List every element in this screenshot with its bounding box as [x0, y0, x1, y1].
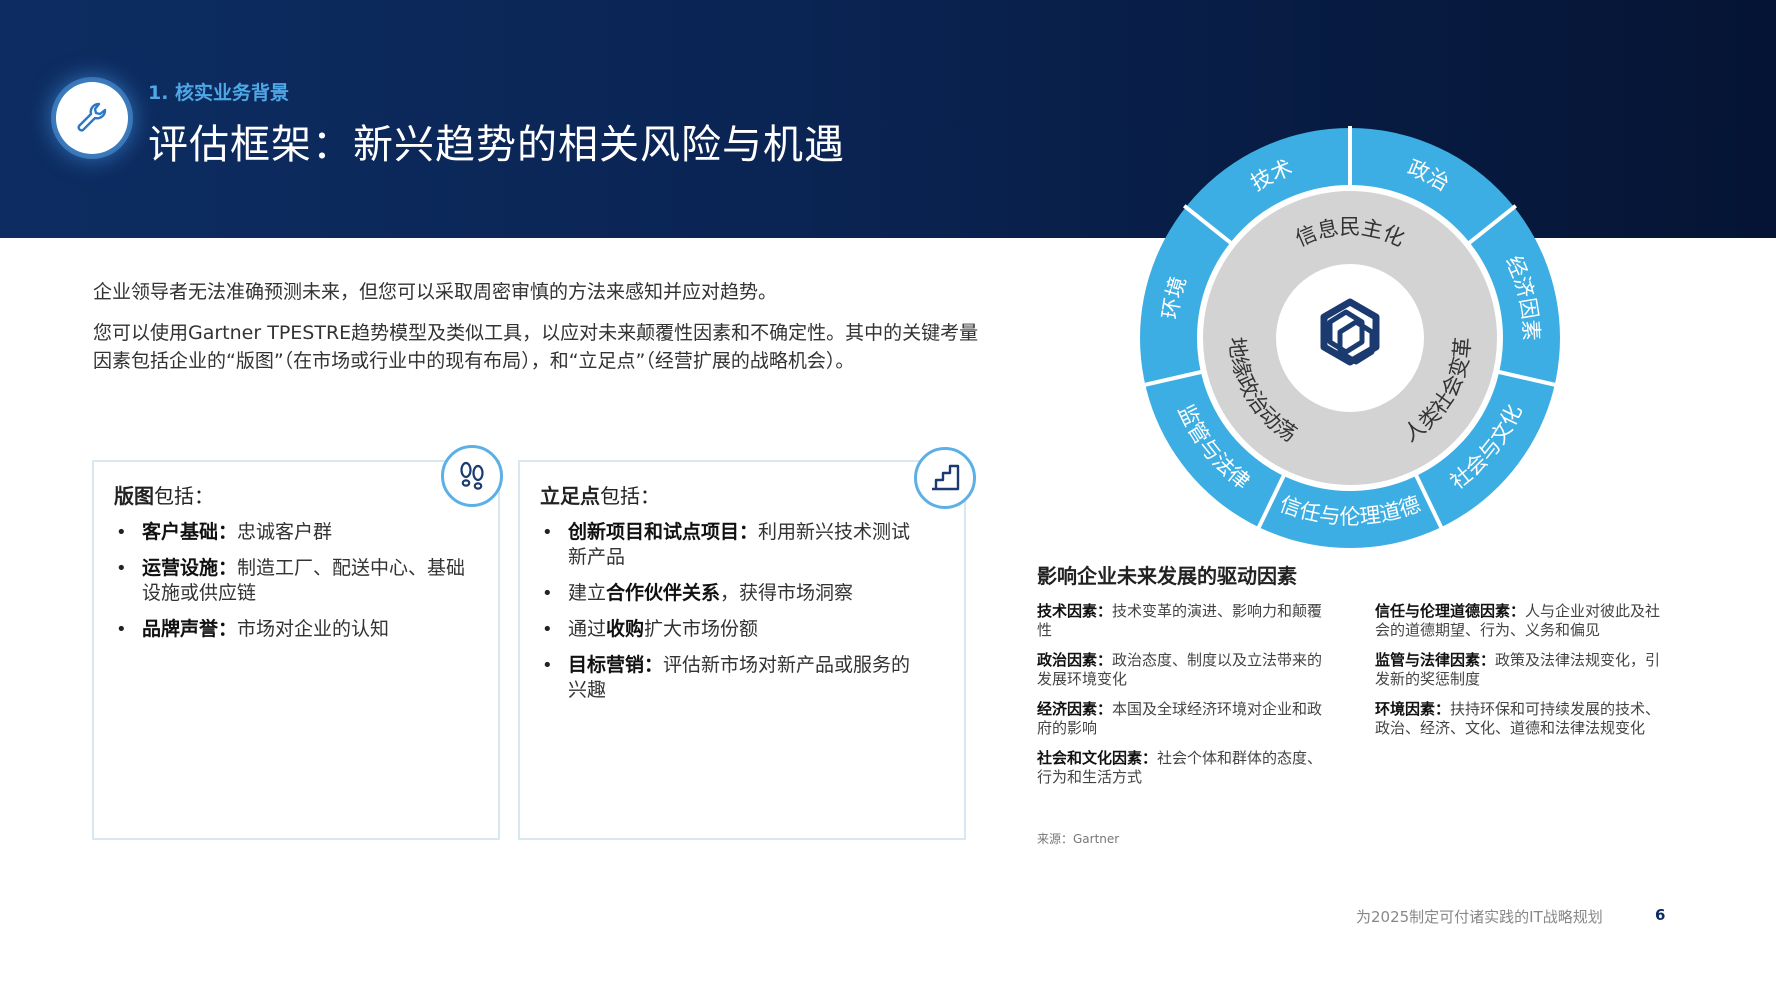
- driver-item: 监管与法律因素：政策及法律法规变化，引发新的奖惩制度: [1375, 651, 1661, 688]
- center-disc: [1276, 264, 1424, 412]
- footprints-icon: [441, 445, 503, 507]
- page-title: 评估框架：新兴趋势的相关风险与机遇: [148, 122, 845, 168]
- intro-paragraph-2: 您可以使用Gartner TPESTRE趋势模型及类似工具，以应对未来颠覆性因素…: [93, 322, 979, 372]
- tpestre-wheel: 技术 政治 经济因素 社会与文化 信任与伦理道德 监管与法律 环境 信息民主化 …: [1140, 126, 1560, 548]
- list-item: 创新项目和试点项目：利用新兴技术测试新产品: [542, 520, 912, 570]
- driver-item: 政治因素：政治态度、制度以及立法带来的发展环境变化: [1037, 651, 1323, 688]
- footer-title: 为2025制定可付诸实践的IT战略规划: [1356, 908, 1603, 926]
- page-number: 6: [1655, 906, 1666, 924]
- driver-item: 社会和文化因素：社会个体和群体的态度、行为和生活方式: [1037, 749, 1323, 786]
- foothold-card-title: 立足点包括：: [540, 484, 660, 508]
- driver-item: 技术因素：技术变革的演进、影响力和颠覆性: [1037, 602, 1323, 639]
- list-item: 建立合作伙伴关系，获得市场洞察: [542, 581, 912, 606]
- wrench-icon: [56, 82, 128, 154]
- territory-card: 版图包括： 客户基础：忠诚客户群 运营设施：制造工厂、配送中心、基础设施或供应链…: [92, 460, 500, 840]
- foothold-card: 立足点包括： 创新项目和试点项目：利用新兴技术测试新产品 建立合作伙伴关系，获得…: [518, 460, 966, 840]
- foothold-list: 创新项目和试点项目：利用新兴技术测试新产品 建立合作伙伴关系，获得市场洞察 通过…: [542, 520, 912, 714]
- drivers-title: 影响企业未来发展的驱动因素: [1037, 564, 1297, 588]
- territory-card-title: 版图包括：: [114, 484, 214, 508]
- section-label: 1. 核实业务背景: [148, 82, 290, 104]
- source-note: 来源：Gartner: [1037, 832, 1120, 846]
- drivers-right-column: 信任与伦理道德因素：人与企业对彼此及社会的道德期望、行为、义务和偏见 监管与法律…: [1375, 602, 1665, 749]
- list-item: 目标营销：评估新市场对新产品或服务的兴趣: [542, 653, 912, 703]
- drivers-left-column: 技术因素：技术变革的演进、影响力和颠覆性 政治因素：政治态度、制度以及立法带来的…: [1037, 602, 1337, 798]
- territory-list: 客户基础：忠诚客户群 运营设施：制造工厂、配送中心、基础设施或供应链 品牌声誉：…: [116, 520, 466, 653]
- stairs-icon: [914, 447, 976, 509]
- list-item: 客户基础：忠诚客户群: [116, 520, 466, 545]
- list-item: 通过收购扩大市场份额: [542, 617, 912, 642]
- list-item: 运营设施：制造工厂、配送中心、基础设施或供应链: [116, 556, 466, 606]
- driver-item: 信任与伦理道德因素：人与企业对彼此及社会的道德期望、行为、义务和偏见: [1375, 602, 1661, 639]
- driver-item: 经济因素：本国及全球经济环境对企业和政府的影响: [1037, 700, 1323, 737]
- driver-item: 环境因素：扶持环保和可持续发展的技术、政治、经济、文化、道德和法律法规变化: [1375, 700, 1661, 737]
- intro-paragraph-1: 企业领导者无法准确预测未来，但您可以采取周密审慎的方法来感知并应对趋势。: [93, 281, 778, 303]
- list-item: 品牌声誉：市场对企业的认知: [116, 617, 466, 642]
